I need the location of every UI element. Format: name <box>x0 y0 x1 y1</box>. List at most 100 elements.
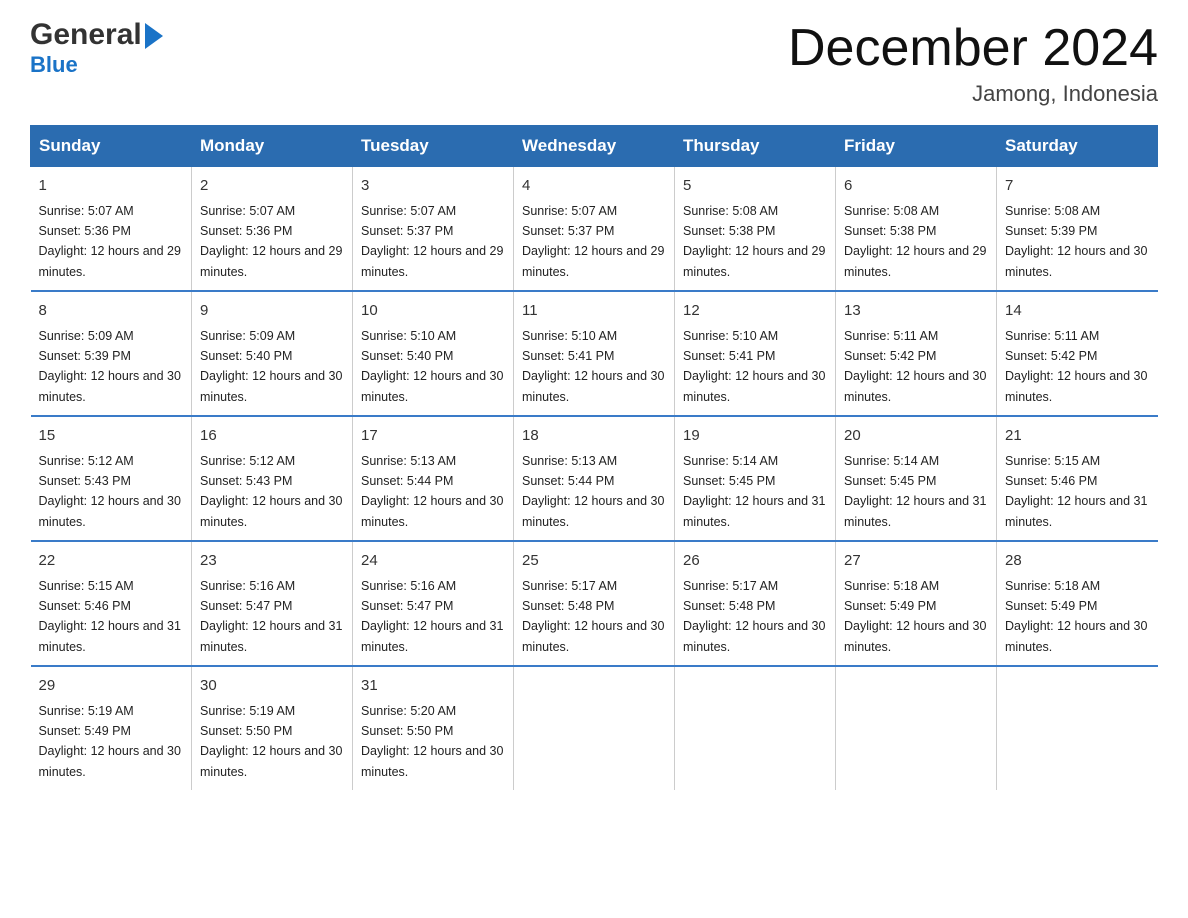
calendar-cell: 16 Sunrise: 5:12 AMSunset: 5:43 PMDaylig… <box>192 416 353 541</box>
day-info: Sunrise: 5:08 AMSunset: 5:38 PMDaylight:… <box>844 204 986 279</box>
day-info: Sunrise: 5:10 AMSunset: 5:41 PMDaylight:… <box>522 329 664 404</box>
day-info: Sunrise: 5:18 AMSunset: 5:49 PMDaylight:… <box>844 579 986 654</box>
day-info: Sunrise: 5:15 AMSunset: 5:46 PMDaylight:… <box>1005 454 1147 529</box>
calendar-cell: 19 Sunrise: 5:14 AMSunset: 5:45 PMDaylig… <box>675 416 836 541</box>
day-info: Sunrise: 5:12 AMSunset: 5:43 PMDaylight:… <box>200 454 342 529</box>
calendar-cell: 25 Sunrise: 5:17 AMSunset: 5:48 PMDaylig… <box>514 541 675 666</box>
day-number: 23 <box>200 550 344 573</box>
day-number: 7 <box>1005 175 1150 198</box>
day-number: 21 <box>1005 425 1150 448</box>
day-info: Sunrise: 5:07 AMSunset: 5:37 PMDaylight:… <box>361 204 503 279</box>
calendar-table: Sunday Monday Tuesday Wednesday Thursday… <box>30 125 1158 790</box>
location: Jamong, Indonesia <box>788 81 1158 107</box>
day-number: 15 <box>39 425 184 448</box>
day-number: 31 <box>361 675 505 698</box>
calendar-cell: 10 Sunrise: 5:10 AMSunset: 5:40 PMDaylig… <box>353 291 514 416</box>
logo-general-text: General <box>30 20 142 50</box>
calendar-cell: 13 Sunrise: 5:11 AMSunset: 5:42 PMDaylig… <box>836 291 997 416</box>
day-info: Sunrise: 5:18 AMSunset: 5:49 PMDaylight:… <box>1005 579 1147 654</box>
col-friday: Friday <box>836 126 997 167</box>
day-info: Sunrise: 5:08 AMSunset: 5:38 PMDaylight:… <box>683 204 825 279</box>
day-number: 27 <box>844 550 988 573</box>
day-number: 12 <box>683 300 827 323</box>
calendar-week-row: 15 Sunrise: 5:12 AMSunset: 5:43 PMDaylig… <box>31 416 1158 541</box>
day-info: Sunrise: 5:08 AMSunset: 5:39 PMDaylight:… <box>1005 204 1147 279</box>
calendar-cell: 12 Sunrise: 5:10 AMSunset: 5:41 PMDaylig… <box>675 291 836 416</box>
day-info: Sunrise: 5:14 AMSunset: 5:45 PMDaylight:… <box>683 454 825 529</box>
col-sunday: Sunday <box>31 126 192 167</box>
day-number: 4 <box>522 175 666 198</box>
logo: General Blue <box>30 20 163 78</box>
day-info: Sunrise: 5:09 AMSunset: 5:39 PMDaylight:… <box>39 329 181 404</box>
col-wednesday: Wednesday <box>514 126 675 167</box>
day-info: Sunrise: 5:10 AMSunset: 5:40 PMDaylight:… <box>361 329 503 404</box>
col-monday: Monday <box>192 126 353 167</box>
calendar-cell: 17 Sunrise: 5:13 AMSunset: 5:44 PMDaylig… <box>353 416 514 541</box>
calendar-cell: 18 Sunrise: 5:13 AMSunset: 5:44 PMDaylig… <box>514 416 675 541</box>
day-info: Sunrise: 5:17 AMSunset: 5:48 PMDaylight:… <box>522 579 664 654</box>
day-info: Sunrise: 5:12 AMSunset: 5:43 PMDaylight:… <box>39 454 181 529</box>
day-number: 1 <box>39 175 184 198</box>
calendar-cell: 27 Sunrise: 5:18 AMSunset: 5:49 PMDaylig… <box>836 541 997 666</box>
day-info: Sunrise: 5:19 AMSunset: 5:50 PMDaylight:… <box>200 704 342 779</box>
logo-triangle-icon <box>145 23 163 49</box>
day-info: Sunrise: 5:20 AMSunset: 5:50 PMDaylight:… <box>361 704 503 779</box>
day-info: Sunrise: 5:15 AMSunset: 5:46 PMDaylight:… <box>39 579 181 654</box>
calendar-cell <box>675 666 836 790</box>
day-number: 3 <box>361 175 505 198</box>
day-info: Sunrise: 5:14 AMSunset: 5:45 PMDaylight:… <box>844 454 986 529</box>
day-info: Sunrise: 5:07 AMSunset: 5:36 PMDaylight:… <box>39 204 181 279</box>
calendar-cell: 11 Sunrise: 5:10 AMSunset: 5:41 PMDaylig… <box>514 291 675 416</box>
logo-blue-text: Blue <box>30 52 78 77</box>
calendar-cell: 26 Sunrise: 5:17 AMSunset: 5:48 PMDaylig… <box>675 541 836 666</box>
day-number: 22 <box>39 550 184 573</box>
calendar-week-row: 29 Sunrise: 5:19 AMSunset: 5:49 PMDaylig… <box>31 666 1158 790</box>
day-info: Sunrise: 5:07 AMSunset: 5:37 PMDaylight:… <box>522 204 664 279</box>
day-number: 26 <box>683 550 827 573</box>
day-number: 24 <box>361 550 505 573</box>
day-number: 18 <box>522 425 666 448</box>
calendar-week-row: 22 Sunrise: 5:15 AMSunset: 5:46 PMDaylig… <box>31 541 1158 666</box>
calendar-header-row: Sunday Monday Tuesday Wednesday Thursday… <box>31 126 1158 167</box>
calendar-week-row: 1 Sunrise: 5:07 AMSunset: 5:36 PMDayligh… <box>31 167 1158 292</box>
calendar-cell: 2 Sunrise: 5:07 AMSunset: 5:36 PMDayligh… <box>192 167 353 292</box>
day-number: 2 <box>200 175 344 198</box>
day-info: Sunrise: 5:17 AMSunset: 5:48 PMDaylight:… <box>683 579 825 654</box>
day-info: Sunrise: 5:13 AMSunset: 5:44 PMDaylight:… <box>522 454 664 529</box>
day-info: Sunrise: 5:19 AMSunset: 5:49 PMDaylight:… <box>39 704 181 779</box>
calendar-cell: 30 Sunrise: 5:19 AMSunset: 5:50 PMDaylig… <box>192 666 353 790</box>
calendar-cell: 20 Sunrise: 5:14 AMSunset: 5:45 PMDaylig… <box>836 416 997 541</box>
day-info: Sunrise: 5:07 AMSunset: 5:36 PMDaylight:… <box>200 204 342 279</box>
calendar-cell: 22 Sunrise: 5:15 AMSunset: 5:46 PMDaylig… <box>31 541 192 666</box>
day-number: 28 <box>1005 550 1150 573</box>
calendar-cell: 8 Sunrise: 5:09 AMSunset: 5:39 PMDayligh… <box>31 291 192 416</box>
day-info: Sunrise: 5:09 AMSunset: 5:40 PMDaylight:… <box>200 329 342 404</box>
calendar-week-row: 8 Sunrise: 5:09 AMSunset: 5:39 PMDayligh… <box>31 291 1158 416</box>
calendar-cell: 28 Sunrise: 5:18 AMSunset: 5:49 PMDaylig… <box>997 541 1158 666</box>
month-title: December 2024 <box>788 20 1158 77</box>
calendar-cell: 5 Sunrise: 5:08 AMSunset: 5:38 PMDayligh… <box>675 167 836 292</box>
calendar-cell <box>514 666 675 790</box>
calendar-cell: 7 Sunrise: 5:08 AMSunset: 5:39 PMDayligh… <box>997 167 1158 292</box>
day-number: 19 <box>683 425 827 448</box>
calendar-cell: 1 Sunrise: 5:07 AMSunset: 5:36 PMDayligh… <box>31 167 192 292</box>
day-number: 16 <box>200 425 344 448</box>
day-number: 17 <box>361 425 505 448</box>
calendar-cell: 23 Sunrise: 5:16 AMSunset: 5:47 PMDaylig… <box>192 541 353 666</box>
day-number: 11 <box>522 300 666 323</box>
calendar-cell: 29 Sunrise: 5:19 AMSunset: 5:49 PMDaylig… <box>31 666 192 790</box>
day-info: Sunrise: 5:13 AMSunset: 5:44 PMDaylight:… <box>361 454 503 529</box>
calendar-cell <box>836 666 997 790</box>
col-thursday: Thursday <box>675 126 836 167</box>
day-info: Sunrise: 5:16 AMSunset: 5:47 PMDaylight:… <box>200 579 342 654</box>
logo-blue-label: Blue <box>30 52 78 78</box>
calendar-cell: 6 Sunrise: 5:08 AMSunset: 5:38 PMDayligh… <box>836 167 997 292</box>
day-number: 6 <box>844 175 988 198</box>
day-number: 8 <box>39 300 184 323</box>
calendar-cell: 4 Sunrise: 5:07 AMSunset: 5:37 PMDayligh… <box>514 167 675 292</box>
day-number: 20 <box>844 425 988 448</box>
day-number: 14 <box>1005 300 1150 323</box>
calendar-cell: 3 Sunrise: 5:07 AMSunset: 5:37 PMDayligh… <box>353 167 514 292</box>
calendar-cell: 15 Sunrise: 5:12 AMSunset: 5:43 PMDaylig… <box>31 416 192 541</box>
calendar-cell: 24 Sunrise: 5:16 AMSunset: 5:47 PMDaylig… <box>353 541 514 666</box>
